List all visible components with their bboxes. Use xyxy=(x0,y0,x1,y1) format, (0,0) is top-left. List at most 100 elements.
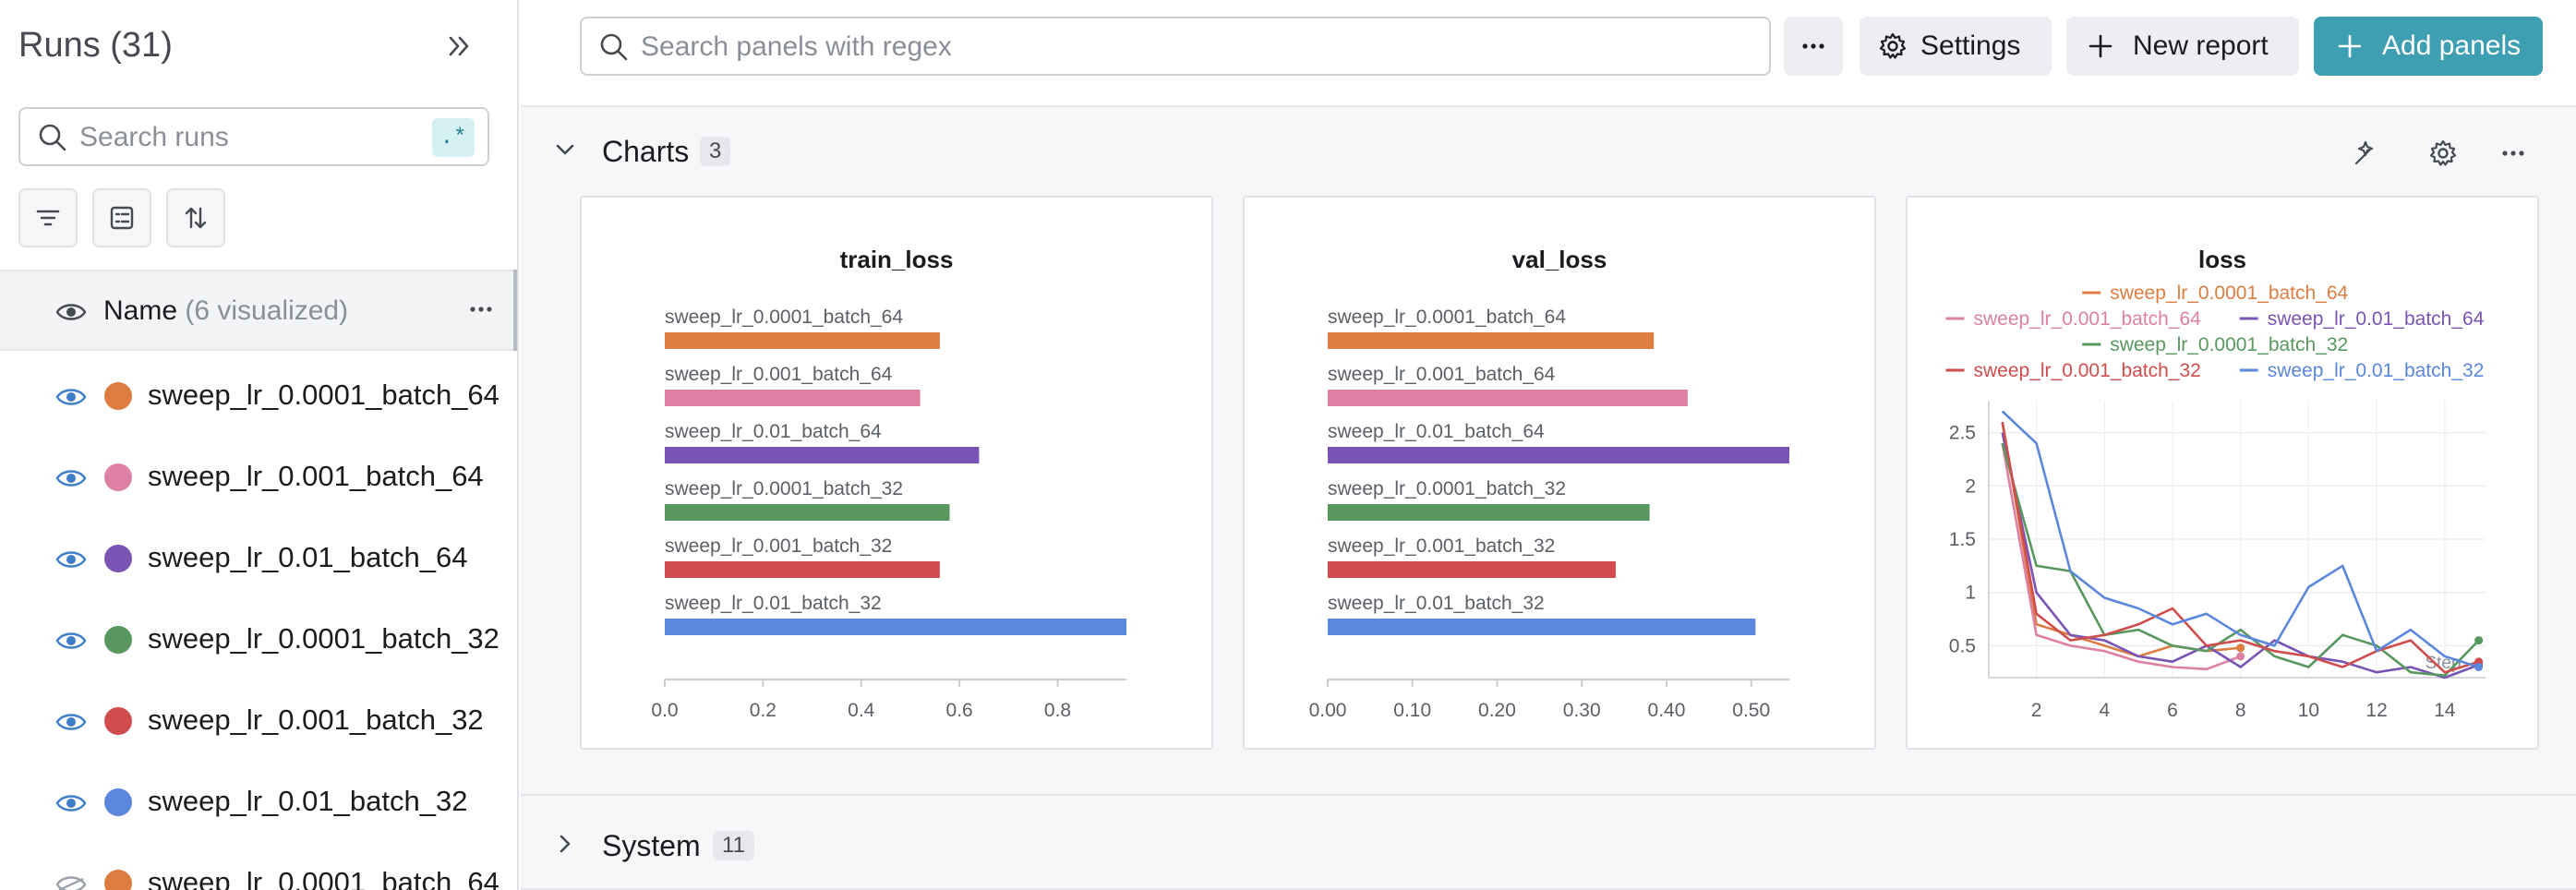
x-tick-label: 0.40 xyxy=(1648,700,1686,721)
collapse-sidebar-button[interactable] xyxy=(434,20,486,72)
run-color-swatch[interactable] xyxy=(104,707,132,735)
chevron-down-icon[interactable] xyxy=(552,137,578,162)
x-tick-label: 12 xyxy=(2365,700,2387,721)
legend-label: sweep_lr_0.0001_batch_64 xyxy=(2110,283,2348,304)
more-horizontal-icon[interactable] xyxy=(467,295,495,323)
run-name[interactable]: sweep_lr_0.01_batch_32 xyxy=(148,785,467,818)
bar-label: sweep_lr_0.0001_batch_64 xyxy=(1328,307,1566,328)
magic-wand-button[interactable] xyxy=(2345,133,2386,174)
run-row[interactable]: sweep_lr_0.0001_batch_64 xyxy=(0,842,517,890)
plus-icon xyxy=(2338,34,2362,58)
name-label: Name xyxy=(103,295,178,326)
bar-label: sweep_lr_0.01_batch_64 xyxy=(1328,421,1545,442)
filter-button[interactable] xyxy=(18,188,78,247)
x-tick-label: 4 xyxy=(2099,700,2110,721)
bar xyxy=(1328,619,1756,635)
bar xyxy=(1328,390,1688,406)
x-tick-label: 2 xyxy=(2031,700,2042,721)
eye-icon[interactable] xyxy=(55,547,87,572)
name-header-label: Name (6 visualized) xyxy=(103,295,348,327)
run-color-swatch[interactable] xyxy=(104,626,132,654)
more-options-button[interactable] xyxy=(1784,17,1843,76)
run-row[interactable]: sweep_lr_0.01_batch_32 xyxy=(0,761,517,842)
bar-label: sweep_lr_0.0001_batch_64 xyxy=(665,307,903,328)
system-section-header[interactable]: System 11 xyxy=(521,798,2576,890)
regex-toggle[interactable]: .* xyxy=(432,118,475,157)
x-tick-label: 0.50 xyxy=(1732,700,1770,721)
run-color-swatch[interactable] xyxy=(104,788,132,816)
bar xyxy=(665,504,950,521)
charts-section-title: Charts xyxy=(602,135,690,168)
run-row[interactable]: sweep_lr_0.0001_batch_64 xyxy=(0,355,517,436)
x-tick-label: 0.6 xyxy=(946,700,973,721)
eye-icon[interactable] xyxy=(55,628,87,654)
runs-sidebar: Runs (31) .* Name (6 visuali xyxy=(0,0,519,890)
run-row[interactable]: sweep_lr_0.0001_batch_32 xyxy=(0,598,517,680)
bar xyxy=(665,447,980,463)
sidebar-scrollbar[interactable] xyxy=(513,270,517,351)
chart-panel-val-loss[interactable]: val_loss sweep_lr_0.0001_batch_64 sweep_l… xyxy=(1243,196,1876,750)
group-button[interactable] xyxy=(92,188,151,247)
legend-label: sweep_lr_0.001_batch_64 xyxy=(1974,308,2202,330)
system-section-title: System xyxy=(602,829,701,862)
chart-panel-train-loss[interactable]: train_loss sweep_lr_0.0001_batch_64 sweep… xyxy=(580,196,1213,750)
settings-button[interactable]: Settings xyxy=(1860,17,2052,76)
run-color-swatch[interactable] xyxy=(104,870,132,890)
eye-icon[interactable] xyxy=(55,790,87,816)
run-name[interactable]: sweep_lr_0.001_batch_32 xyxy=(148,704,484,737)
run-color-swatch[interactable] xyxy=(104,545,132,572)
system-count-badge: 11 xyxy=(713,831,754,860)
section-more-button[interactable] xyxy=(2493,133,2534,174)
search-icon xyxy=(39,124,66,151)
run-name[interactable]: sweep_lr_0.0001_batch_32 xyxy=(148,622,500,655)
run-name[interactable]: sweep_lr_0.0001_batch_64 xyxy=(148,379,500,412)
search-icon xyxy=(600,33,628,61)
x-tick-label: 0.8 xyxy=(1044,700,1071,721)
workspace-main: Charts 3 train_loss sweep_lr_0.0001_batc… xyxy=(521,107,2576,890)
eye-icon[interactable] xyxy=(55,299,87,325)
val-loss-bar-chart: sweep_lr_0.0001_batch_64 sweep_lr_0.001_b… xyxy=(1309,307,1789,721)
group-icon xyxy=(110,206,134,230)
more-horizontal-icon xyxy=(1802,43,1824,49)
loss-line-chart: sweep_lr_0.0001_batch_64 sweep_lr_0.001_b… xyxy=(1945,283,2486,721)
run-color-swatch[interactable] xyxy=(104,463,132,491)
bar-label: sweep_lr_0.001_batch_64 xyxy=(1328,364,1556,385)
sort-icon xyxy=(185,207,207,229)
y-tick-label: 1.5 xyxy=(1949,529,1976,550)
run-name[interactable]: sweep_lr_0.01_batch_64 xyxy=(148,541,467,574)
sort-button[interactable] xyxy=(166,188,225,247)
search-runs-input[interactable] xyxy=(79,118,430,157)
run-row[interactable]: sweep_lr_0.01_batch_64 xyxy=(0,517,517,598)
bar-label: sweep_lr_0.001_batch_64 xyxy=(665,364,893,385)
series-line xyxy=(2001,442,2242,671)
search-runs-field[interactable]: .* xyxy=(18,107,489,166)
y-tick-label: 2.5 xyxy=(1949,423,1976,444)
more-horizontal-icon xyxy=(2502,150,2524,156)
run-row[interactable]: sweep_lr_0.001_batch_32 xyxy=(0,680,517,761)
run-name[interactable]: sweep_lr_0.001_batch_64 xyxy=(148,460,484,493)
chevron-right-icon[interactable] xyxy=(552,831,578,857)
new-report-label: New report xyxy=(2133,30,2269,61)
chart-panel-loss[interactable]: loss sweep_lr_0.0001_batch_64 sweep_lr_0.… xyxy=(1906,196,2539,750)
y-tick-label: 2 xyxy=(1965,475,1976,497)
search-panels-field[interactable] xyxy=(580,17,1771,76)
run-color-swatch[interactable] xyxy=(104,382,132,410)
series-end-point xyxy=(2474,662,2484,671)
magic-wand-icon xyxy=(2354,140,2374,165)
run-row[interactable]: sweep_lr_0.001_batch_64 xyxy=(0,436,517,517)
new-report-button[interactable]: New report xyxy=(2066,17,2299,76)
x-tick-label: 0.2 xyxy=(750,700,776,721)
bar xyxy=(665,390,921,406)
bar xyxy=(665,332,940,349)
eye-off-icon[interactable] xyxy=(55,872,87,890)
run-name[interactable]: sweep_lr_0.0001_batch_64 xyxy=(148,866,500,890)
eye-icon[interactable] xyxy=(55,709,87,735)
gear-icon xyxy=(1879,32,1907,59)
add-panels-button[interactable]: Add panels xyxy=(2314,17,2543,76)
section-settings-button[interactable] xyxy=(2423,133,2463,174)
eye-icon[interactable] xyxy=(55,384,87,410)
charts-section-header[interactable]: Charts 3 xyxy=(521,107,2576,190)
bar-label: sweep_lr_0.01_batch_64 xyxy=(665,421,882,442)
search-panels-input[interactable] xyxy=(641,28,1730,66)
eye-icon[interactable] xyxy=(55,465,87,491)
